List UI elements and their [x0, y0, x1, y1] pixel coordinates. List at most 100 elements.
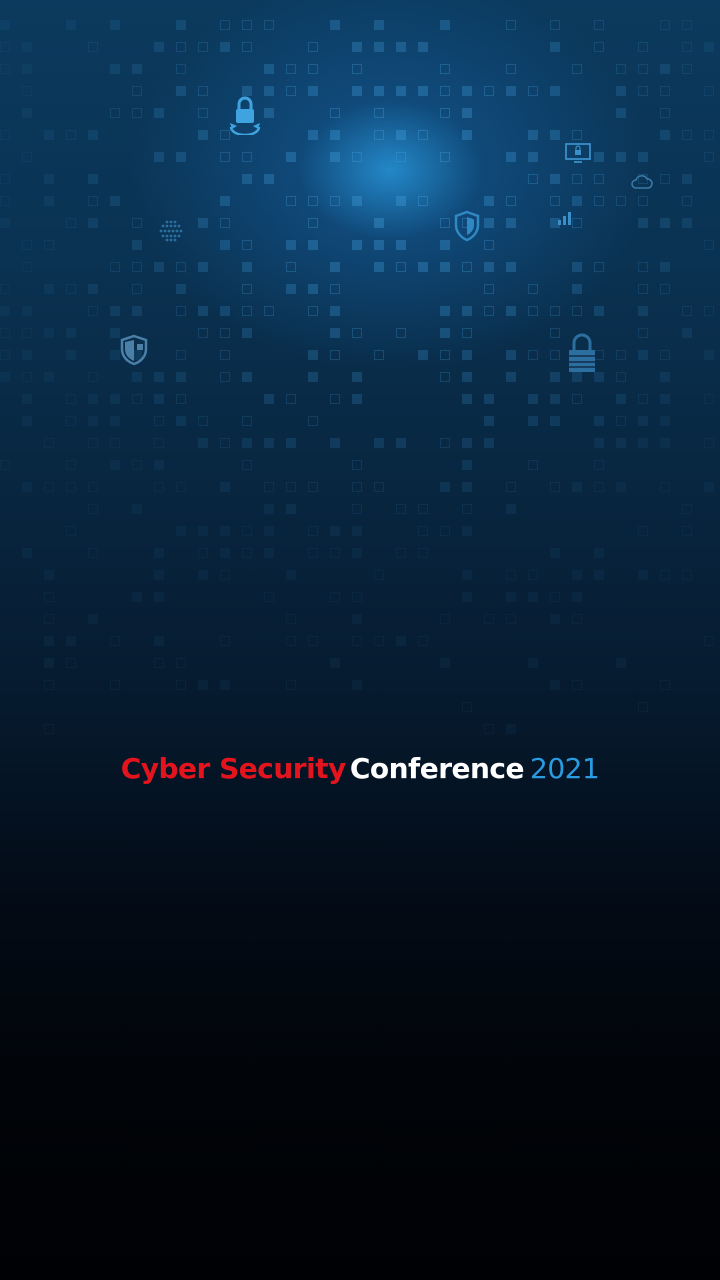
pattern-square	[110, 196, 120, 206]
pattern-square	[308, 64, 318, 74]
pattern-square	[572, 284, 582, 294]
pattern-square	[132, 108, 142, 118]
title-year: 2021	[530, 752, 600, 785]
pattern-square	[22, 328, 32, 338]
pattern-square	[682, 218, 692, 228]
pattern-square	[330, 328, 340, 338]
pattern-square	[462, 328, 472, 338]
pattern-square	[528, 394, 538, 404]
pattern-square	[528, 658, 538, 668]
pattern-square	[418, 504, 428, 514]
pattern-square	[594, 20, 604, 30]
pattern-square	[528, 592, 538, 602]
pattern-square	[704, 438, 714, 448]
pattern-square	[418, 636, 428, 646]
pattern-square	[638, 152, 648, 162]
pattern-square	[220, 328, 230, 338]
pattern-square	[572, 262, 582, 272]
pattern-square	[638, 262, 648, 272]
pattern-square	[638, 284, 648, 294]
pattern-square	[616, 658, 626, 668]
pattern-square	[264, 526, 274, 536]
pattern-square	[220, 20, 230, 30]
pattern-square	[638, 86, 648, 96]
pattern-square	[660, 20, 670, 30]
pattern-square	[616, 438, 626, 448]
pattern-square	[462, 108, 472, 118]
pattern-square	[440, 20, 450, 30]
pattern-square	[682, 570, 692, 580]
pattern-square	[308, 218, 318, 228]
pattern-square	[308, 372, 318, 382]
pattern-square	[484, 86, 494, 96]
pattern-square	[616, 108, 626, 118]
pattern-square	[374, 438, 384, 448]
pattern-square	[418, 130, 428, 140]
pattern-square	[704, 394, 714, 404]
pattern-square	[660, 438, 670, 448]
pattern-square	[110, 680, 120, 690]
pattern-square	[22, 416, 32, 426]
pattern-square	[660, 350, 670, 360]
pattern-square	[484, 724, 494, 734]
pattern-square	[154, 372, 164, 382]
pattern-square	[44, 482, 54, 492]
pattern-square	[396, 262, 406, 272]
pattern-square	[506, 218, 516, 228]
pattern-square	[396, 196, 406, 206]
pattern-square	[528, 570, 538, 580]
pattern-square	[220, 636, 230, 646]
pattern-square	[22, 372, 32, 382]
pattern-square	[572, 680, 582, 690]
pattern-square	[484, 262, 494, 272]
pattern-square	[132, 372, 142, 382]
pattern-square	[242, 262, 252, 272]
pattern-square	[176, 20, 186, 30]
pattern-square	[660, 262, 670, 272]
pattern-square	[198, 218, 208, 228]
pattern-square	[462, 504, 472, 514]
background-pattern	[0, 0, 720, 760]
pattern-square	[286, 438, 296, 448]
pattern-square	[132, 592, 142, 602]
pattern-square	[374, 42, 384, 52]
pattern-square	[154, 548, 164, 558]
pattern-square	[330, 20, 340, 30]
pattern-square	[264, 306, 274, 316]
pattern-square	[110, 262, 120, 272]
pattern-square	[462, 350, 472, 360]
pattern-square	[440, 328, 450, 338]
pattern-square	[176, 482, 186, 492]
pattern-square	[330, 438, 340, 448]
pattern-square	[484, 196, 494, 206]
pattern-square	[506, 350, 516, 360]
pattern-square	[352, 636, 362, 646]
pattern-square	[506, 262, 516, 272]
pattern-square	[0, 306, 10, 316]
pattern-square	[572, 306, 582, 316]
pattern-square	[352, 196, 362, 206]
pattern-square	[572, 482, 582, 492]
pattern-square	[330, 130, 340, 140]
pattern-square	[198, 548, 208, 558]
pattern-square	[374, 262, 384, 272]
pattern-square	[242, 240, 252, 250]
pattern-square	[176, 526, 186, 536]
pattern-square	[198, 42, 208, 52]
shield-icon	[454, 210, 480, 242]
pattern-square	[242, 284, 252, 294]
pattern-square	[352, 526, 362, 536]
pattern-square	[110, 636, 120, 646]
pattern-square	[462, 482, 472, 492]
pattern-square	[682, 20, 692, 30]
pattern-square	[396, 240, 406, 250]
pattern-square	[88, 306, 98, 316]
pattern-square	[44, 570, 54, 580]
pattern-square	[286, 196, 296, 206]
pattern-square	[110, 306, 120, 316]
pattern-square	[418, 262, 428, 272]
pattern-square	[44, 328, 54, 338]
pattern-square	[572, 592, 582, 602]
pattern-square	[286, 152, 296, 162]
pattern-square	[220, 218, 230, 228]
